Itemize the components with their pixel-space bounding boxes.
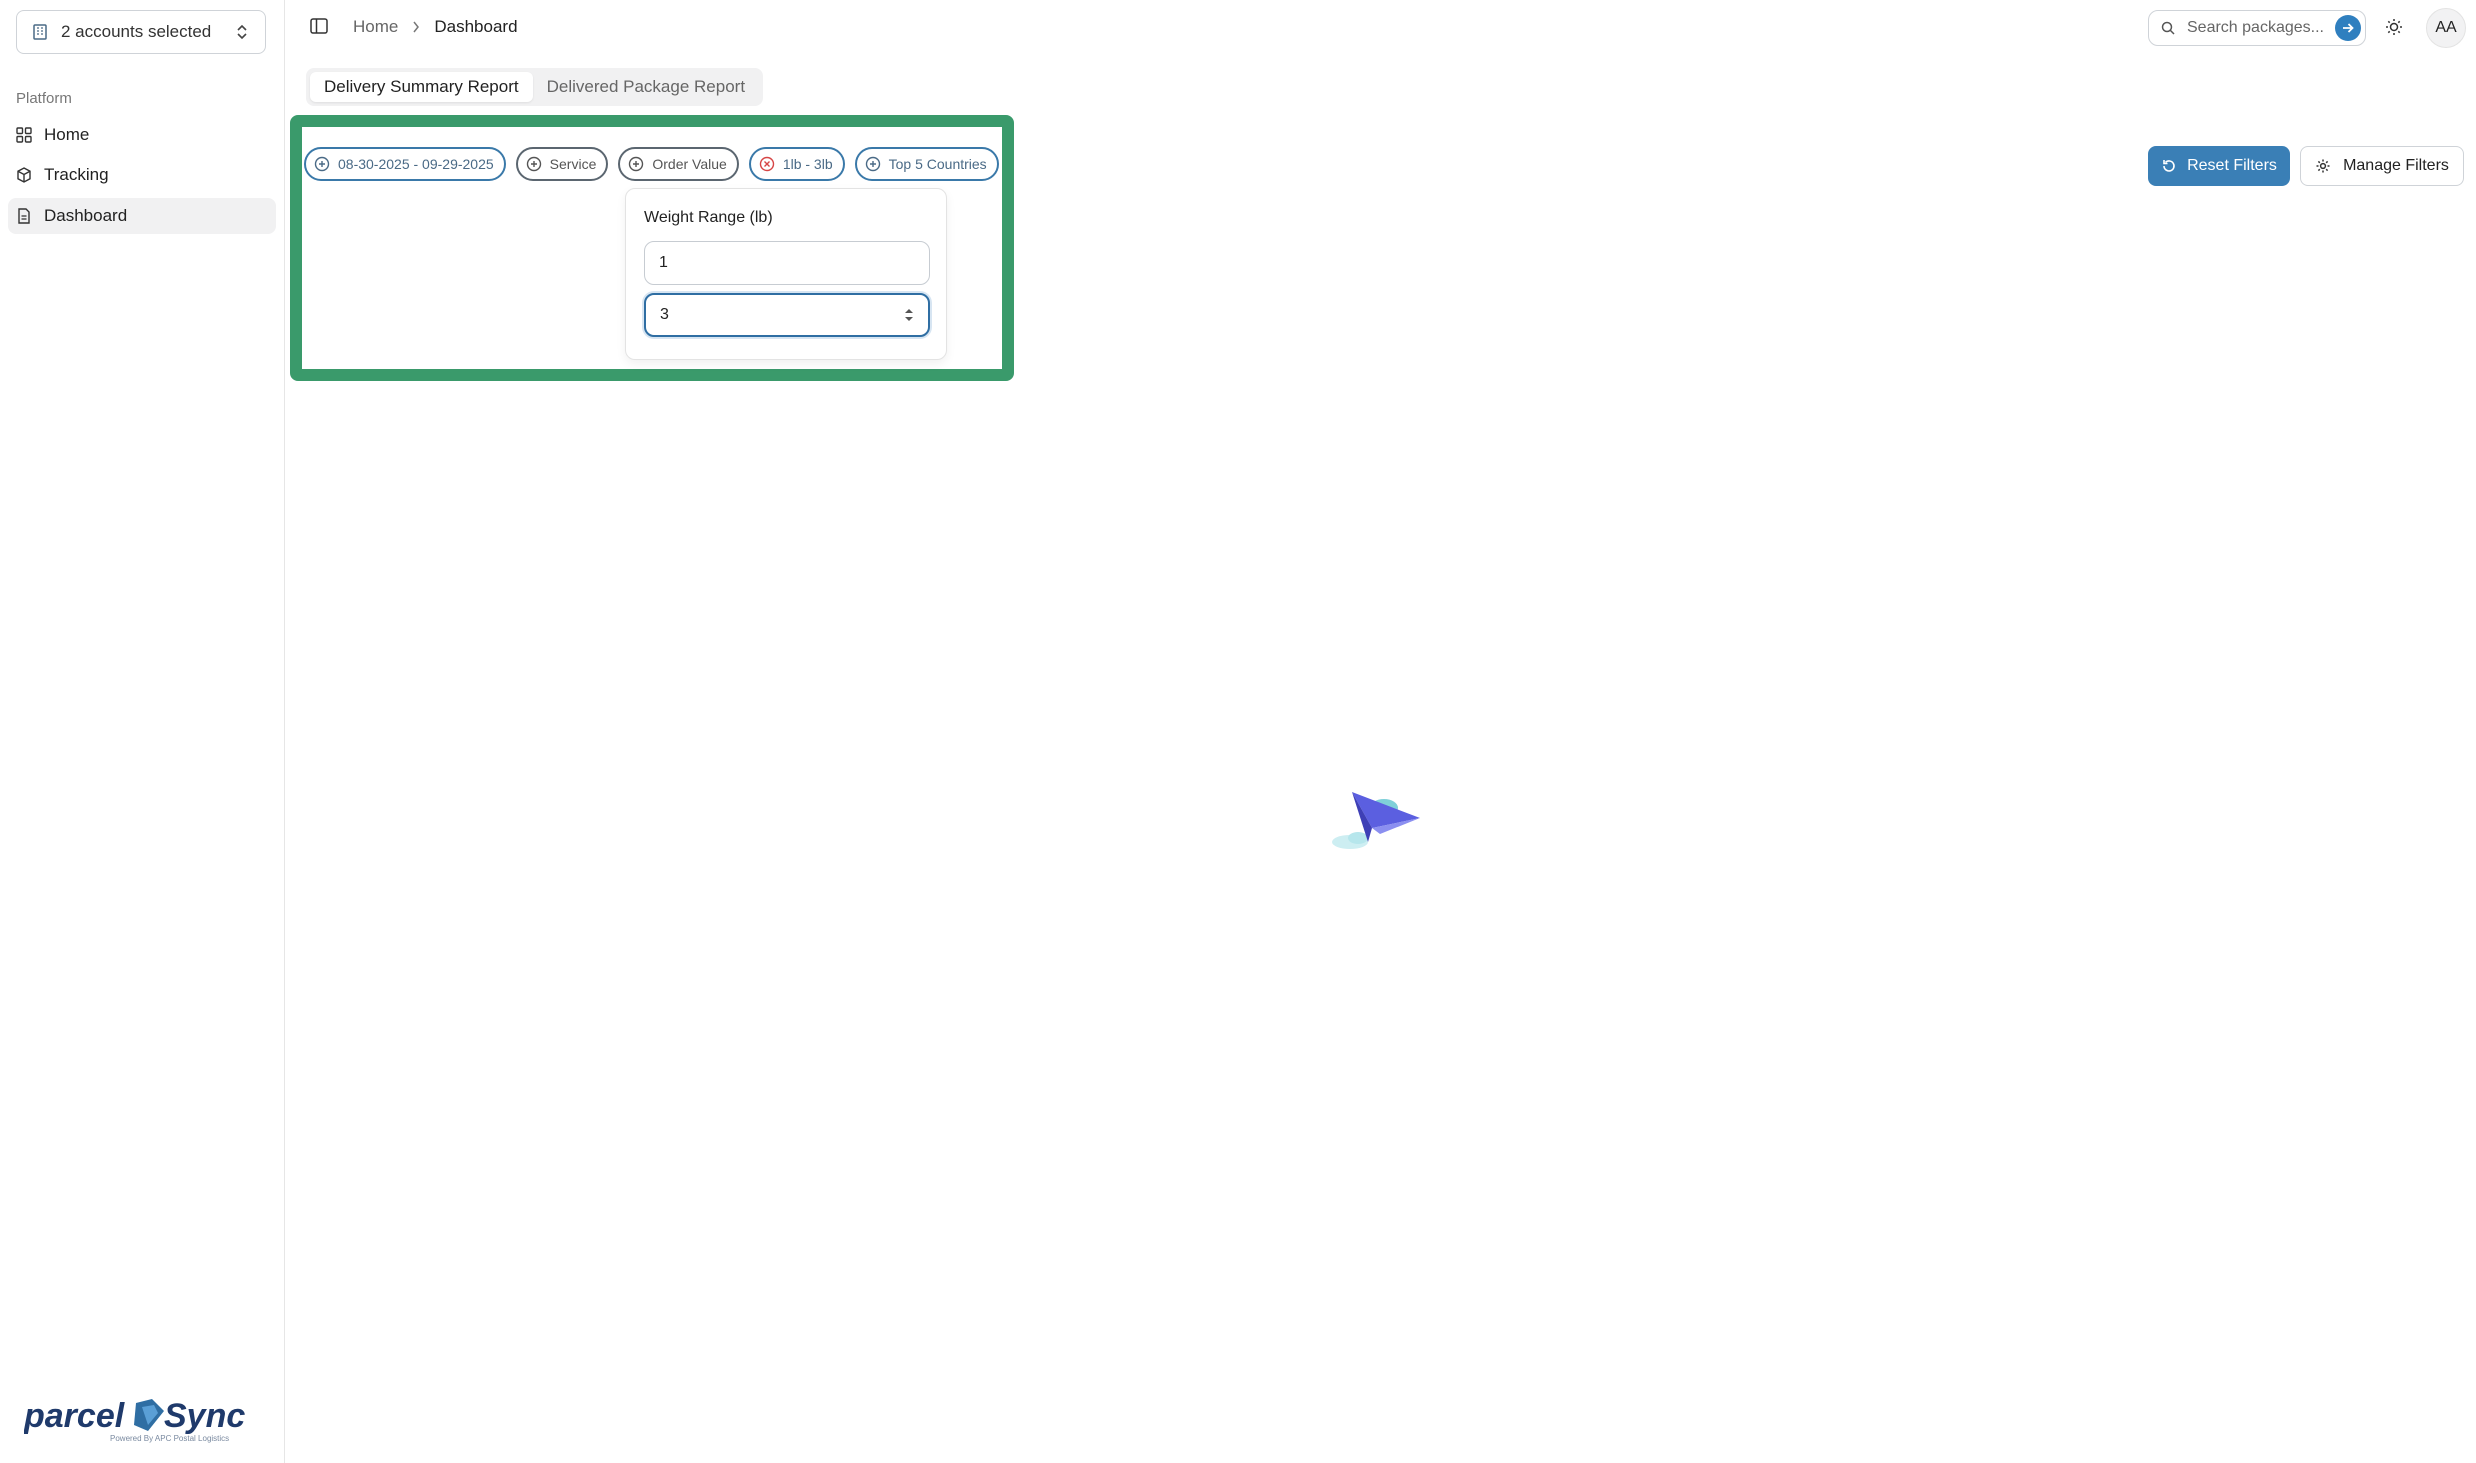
grid-icon — [16, 126, 34, 144]
chip-label: Top 5 Countries — [888, 156, 987, 172]
chip-label: Order Value — [652, 156, 727, 172]
weight-min-value: 1 — [659, 254, 668, 271]
avatar[interactable]: AA — [2426, 8, 2466, 48]
manage-filters-button[interactable]: Manage Filters — [2300, 146, 2464, 186]
building-icon — [31, 22, 51, 42]
reset-filters-button[interactable]: Reset Filters — [2148, 146, 2290, 186]
sidebar-toggle-icon[interactable] — [309, 16, 331, 38]
document-icon — [16, 207, 34, 225]
chip-label: 08-30-2025 - 09-29-2025 — [338, 156, 494, 172]
weight-range-popover: Weight Range (lb) 1 3 — [625, 188, 947, 360]
account-selector[interactable]: 2 accounts selected — [16, 10, 266, 54]
weight-filter-chip[interactable]: 1lb - 3lb — [748, 147, 845, 181]
breadcrumb-home[interactable]: Home — [353, 17, 398, 37]
sidebar-item-dashboard[interactable]: Dashboard — [8, 198, 276, 234]
search-box — [2148, 10, 2366, 46]
rotate-ccw-icon — [2161, 158, 2177, 174]
date-range-filter-chip[interactable]: 08-30-2025 - 09-29-2025 — [304, 147, 506, 181]
svg-text:parcel: parcel — [24, 1397, 126, 1435]
chip-label: 1lb - 3lb — [782, 156, 833, 172]
chip-label: Service — [549, 156, 597, 172]
tab-delivered-package-report[interactable]: Delivered Package Report — [533, 72, 759, 102]
sidebar-item-label: Dashboard — [44, 206, 128, 225]
manage-filters-label: Manage Filters — [2343, 157, 2449, 174]
order-value-filter-chip[interactable]: Order Value — [618, 147, 739, 181]
weight-max-input[interactable]: 3 — [644, 293, 930, 337]
filter-chips: 08-30-2025 - 09-29-2025 Service Order Va… — [304, 147, 999, 181]
arrow-right-icon — [2343, 23, 2354, 33]
chevrons-up-down-icon — [235, 22, 251, 42]
weight-max-value: 3 — [660, 306, 669, 323]
number-stepper-icon[interactable] — [904, 307, 914, 323]
svg-text:Sync: Sync — [164, 1397, 245, 1435]
plus-circle-icon — [628, 156, 644, 172]
sun-icon[interactable] — [2384, 17, 2406, 39]
sidebar-item-home[interactable]: Home — [8, 117, 276, 153]
account-selector-label: 2 accounts selected — [61, 22, 212, 41]
plus-circle-icon — [865, 156, 881, 172]
reset-filters-label: Reset Filters — [2187, 157, 2277, 174]
service-filter-chip[interactable]: Service — [515, 147, 609, 181]
sidebar-item-tracking[interactable]: Tracking — [8, 157, 276, 193]
sidebar-item-label: Tracking — [44, 165, 109, 184]
sidebar-item-label: Home — [44, 125, 90, 144]
x-circle-icon[interactable] — [759, 156, 775, 172]
svg-text:Powered By APC Postal Logistic: Powered By APC Postal Logistics — [110, 1434, 229, 1443]
search-icon — [2161, 20, 2177, 36]
weight-min-input[interactable]: 1 — [644, 241, 930, 285]
search-input[interactable] — [2187, 19, 2327, 37]
breadcrumb-current: Dashboard — [434, 17, 518, 36]
weight-range-title: Weight Range (lb) — [644, 209, 773, 226]
top-countries-filter-chip[interactable]: Top 5 Countries — [854, 147, 999, 181]
plus-circle-icon — [526, 156, 542, 172]
breadcrumb: Home Dashboard — [353, 17, 518, 37]
top-bar: Home Dashboard AA — [285, 0, 2476, 56]
plus-circle-icon — [314, 156, 330, 172]
package-icon — [16, 166, 34, 184]
report-tabs: Delivery Summary Report Delivered Packag… — [306, 68, 764, 106]
gear-icon — [2315, 158, 2331, 174]
parcelsync-logo: parcel Sync Powered By APC Postal Logist… — [23, 1395, 264, 1445]
section-label-platform: Platform — [16, 90, 72, 107]
chevron-right-icon — [412, 21, 420, 33]
paper-plane-loading-icon — [1328, 788, 1424, 852]
tab-delivery-summary-report[interactable]: Delivery Summary Report — [310, 72, 533, 102]
search-submit-button[interactable] — [2335, 15, 2361, 41]
sidebar: 2 accounts selected Platform Home Tracki… — [0, 0, 285, 1463]
